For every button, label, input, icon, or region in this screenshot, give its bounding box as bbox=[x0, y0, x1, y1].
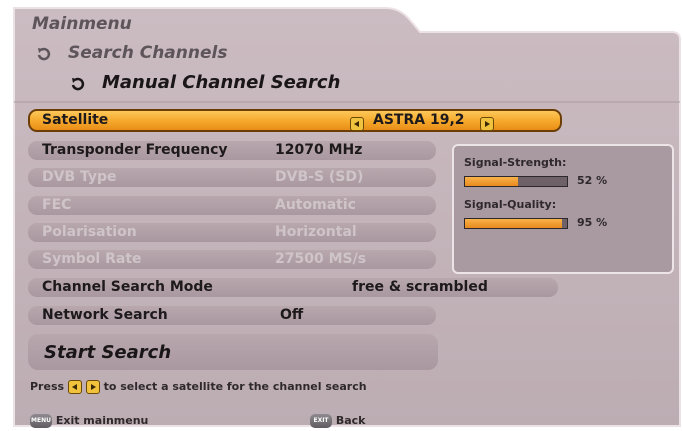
arrow-right-icon[interactable] bbox=[480, 113, 494, 132]
polarisation-label: Polarisation bbox=[42, 224, 137, 240]
exit-key-icon: EXIT bbox=[310, 414, 332, 428]
back-label: Back bbox=[335, 414, 366, 427]
satellite-value: ASTRA 19,2 bbox=[373, 112, 465, 128]
dvb-type-label: DVB Type bbox=[42, 169, 117, 185]
fec-value: Automatic bbox=[275, 197, 356, 213]
signal-quality-value: 95 % bbox=[577, 216, 608, 229]
symbol-rate-label: Symbol Rate bbox=[42, 251, 142, 267]
footer-back[interactable]: EXIT Back bbox=[310, 414, 366, 428]
signal-strength-label: Signal-Strength: bbox=[464, 156, 567, 169]
fec-row bbox=[28, 196, 436, 215]
exit-mainmenu-label: Exit mainmenu bbox=[55, 414, 149, 427]
network-search-value: Off bbox=[280, 307, 304, 323]
breadcrumb-root: Mainmenu bbox=[32, 14, 132, 34]
circular-arrow-icon bbox=[36, 46, 52, 66]
signal-quality-fill bbox=[465, 219, 562, 228]
signal-strength-bar bbox=[464, 176, 568, 187]
network-search-label: Network Search bbox=[42, 307, 168, 323]
signal-quality-bar bbox=[464, 218, 568, 229]
symbol-rate-value: 27500 MS/s bbox=[275, 251, 367, 267]
arrow-left-icon[interactable] bbox=[350, 113, 364, 132]
fec-label: FEC bbox=[42, 197, 72, 213]
help-suffix: to select a satellite for the channel se… bbox=[103, 380, 367, 393]
start-search-label: Start Search bbox=[44, 342, 172, 363]
arrow-right-icon bbox=[85, 380, 100, 394]
dvb-type-value: DVB-S (SD) bbox=[275, 169, 364, 185]
search-mode-label: Channel Search Mode bbox=[42, 279, 213, 295]
osd-screen: Mainmenu Search Channels Manual Channel … bbox=[0, 0, 682, 431]
polarisation-value: Horizontal bbox=[275, 224, 357, 240]
menu-key-icon: MENU bbox=[30, 414, 52, 428]
breadcrumb-parent: Search Channels bbox=[68, 43, 228, 63]
help-prefix: Press bbox=[30, 380, 65, 393]
satellite-label: Satellite bbox=[42, 112, 109, 128]
signal-strength-fill bbox=[465, 177, 519, 186]
circular-arrow-icon bbox=[70, 76, 86, 96]
footer-exit-mainmenu[interactable]: MENU Exit mainmenu bbox=[30, 414, 148, 428]
search-mode-value: free & scrambled bbox=[352, 279, 488, 295]
signal-strength-value: 52 % bbox=[577, 174, 608, 187]
transponder-value: 12070 MHz bbox=[275, 142, 363, 158]
arrow-left-icon bbox=[67, 380, 82, 394]
signal-quality-label: Signal-Quality: bbox=[464, 198, 557, 211]
transponder-label: Transponder Frequency bbox=[42, 142, 228, 158]
help-text: Press to select a satellite for the chan… bbox=[30, 380, 367, 394]
page-title: Manual Channel Search bbox=[102, 72, 341, 93]
